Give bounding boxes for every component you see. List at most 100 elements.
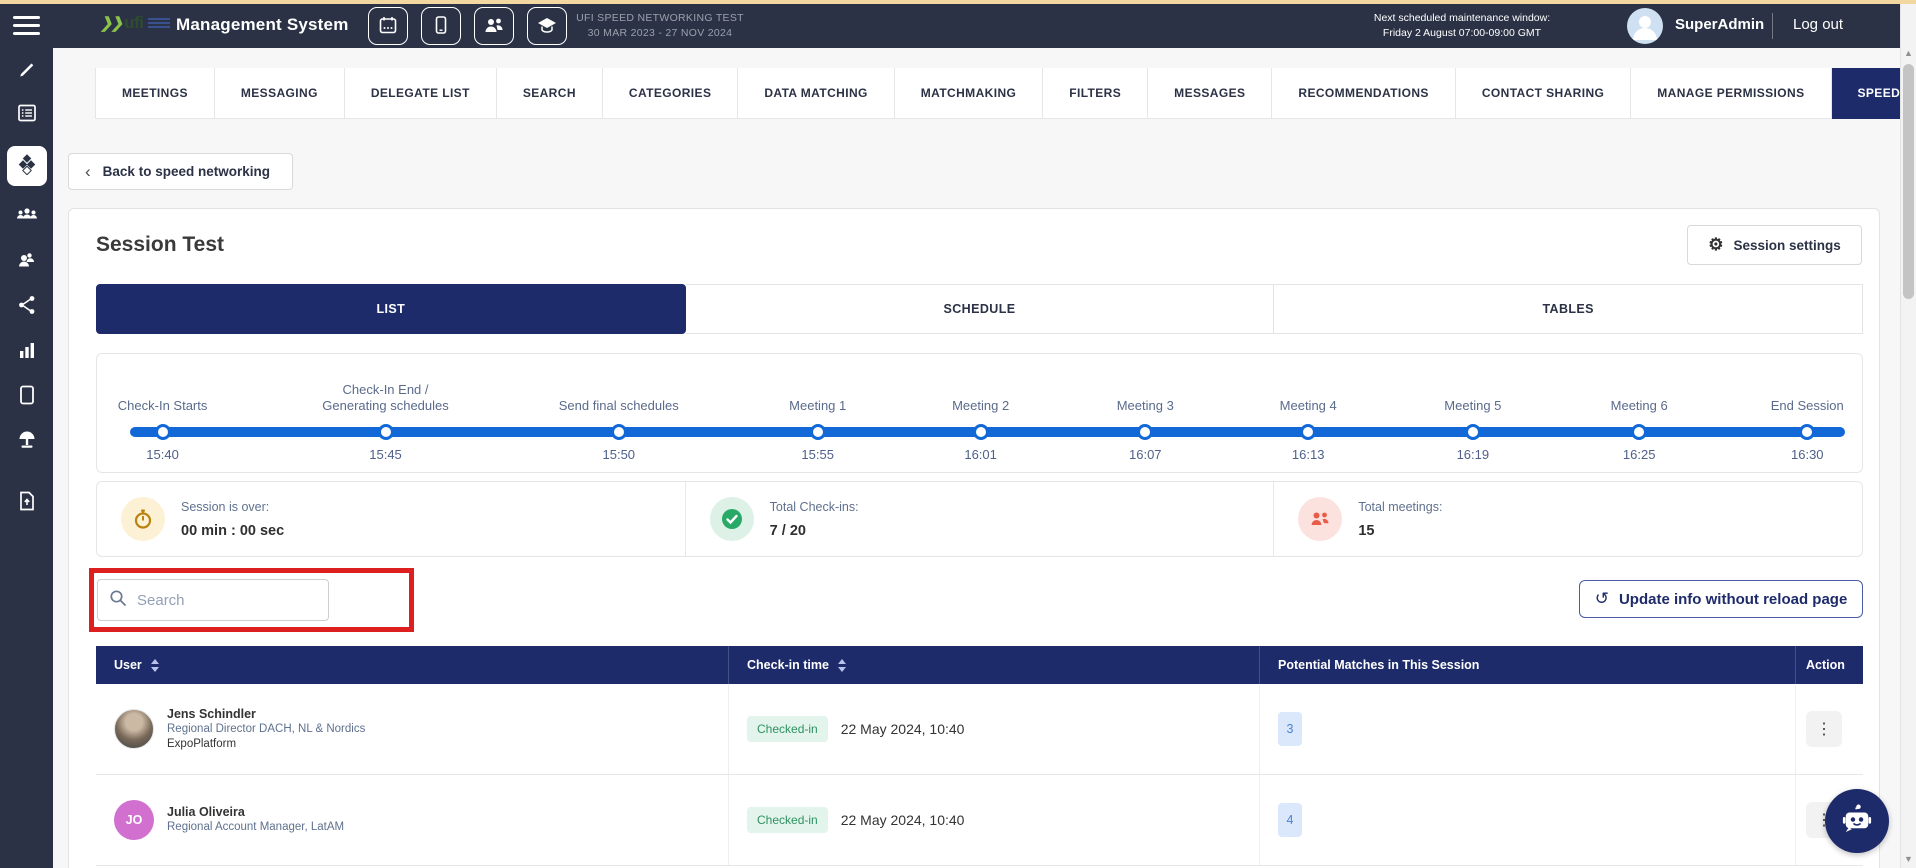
mobile-preview-button[interactable] xyxy=(421,7,461,45)
view-tabs: LIST SCHEDULE TABLES xyxy=(96,284,1863,334)
search-icon xyxy=(109,589,127,612)
tab-filters[interactable]: FILTERS xyxy=(1043,68,1148,119)
event-dates: 30 MAR 2023 - 27 NOV 2024 xyxy=(565,26,755,41)
milestone-node xyxy=(973,424,989,440)
sidebar-item-exhibition[interactable] xyxy=(7,428,47,456)
ufi-logo: ❯❯ ufi xyxy=(100,13,170,33)
checkin-time: 22 May 2024, 10:40 xyxy=(841,721,965,737)
education-button[interactable] xyxy=(527,7,567,45)
milestone-node xyxy=(1300,424,1316,440)
stat-total-meetings: Total meetings: 15 xyxy=(1273,482,1862,556)
avatar[interactable] xyxy=(1627,8,1663,44)
speed-networking-icon xyxy=(16,153,38,180)
stopwatch-icon xyxy=(121,497,165,541)
people-icon xyxy=(483,15,505,38)
milestone-node xyxy=(378,424,394,440)
tab-recommendations[interactable]: RECOMMENDATIONS xyxy=(1272,68,1455,119)
tab-matchmaking[interactable]: MATCHMAKING xyxy=(895,68,1044,119)
ufi-logo-bars xyxy=(148,18,170,28)
matches-count-badge[interactable]: 3 xyxy=(1278,712,1302,746)
user-name[interactable]: Jens Schindler xyxy=(167,707,365,722)
topbar-divider xyxy=(1772,13,1773,39)
tab-schedule[interactable]: SCHEDULE xyxy=(686,284,1275,334)
robot-icon xyxy=(1839,802,1875,841)
table-row: Jens Schindler Regional Director DACH, N… xyxy=(96,684,1863,775)
tab-search[interactable]: SEARCH xyxy=(497,68,603,119)
sidebar-item-speed-networking[interactable] xyxy=(7,146,47,186)
session-card: Session Test ⚙ Session settings LIST SCH… xyxy=(68,208,1880,868)
tab-categories[interactable]: CATEGORIES xyxy=(603,68,738,119)
event-info: UFI SPEED NETWORKING TEST 30 MAR 2023 - … xyxy=(565,11,755,41)
milestone-node xyxy=(611,424,627,440)
user-role: Regional Account Manager, LatAM xyxy=(167,820,344,835)
tab-messages[interactable]: MESSAGES xyxy=(1148,68,1272,119)
status-badge: Checked-in xyxy=(747,807,828,833)
sidebar-item-mobile-app[interactable] xyxy=(7,383,47,411)
scrollbar-thumb[interactable] xyxy=(1903,64,1914,299)
search-input[interactable] xyxy=(137,592,328,609)
update-info-button[interactable]: ↺ Update info without reload page xyxy=(1579,580,1863,618)
logout-button[interactable]: Log out xyxy=(1793,16,1843,33)
sidebar-item-share[interactable] xyxy=(7,293,47,321)
ufi-logo-text: ufi xyxy=(124,13,143,33)
graduation-cap-icon xyxy=(536,15,558,38)
tab-contact-sharing[interactable]: CONTACT SHARING xyxy=(1456,68,1631,119)
sidebar-item-registration[interactable] xyxy=(7,101,47,129)
tab-data-matching[interactable]: DATA MATCHING xyxy=(738,68,894,119)
tab-messaging[interactable]: MESSAGING xyxy=(215,68,345,119)
maintenance-notice: Next scheduled maintenance window: Frida… xyxy=(1327,11,1597,41)
attendees-table: User Check-in time Potential Matches in … xyxy=(96,646,1863,866)
exhibition-stand-icon xyxy=(16,429,38,456)
column-potential-matches: Potential Matches in This Session xyxy=(1259,646,1795,684)
tab-meetings[interactable]: MEETINGS xyxy=(95,68,215,119)
registration-list-icon xyxy=(16,102,38,129)
sidebar-item-edit[interactable] xyxy=(7,56,47,84)
chatbot-button[interactable] xyxy=(1825,789,1889,853)
tab-delegate-list[interactable]: DELEGATE LIST xyxy=(345,68,497,119)
checkin-time: 22 May 2024, 10:40 xyxy=(841,812,965,828)
avatar xyxy=(114,709,154,749)
vertical-scrollbar[interactable]: ▲ ▼ xyxy=(1900,4,1916,868)
stat-session-timer: Session is over: 00 min : 00 sec xyxy=(97,482,685,556)
matches-count-badge[interactable]: 4 xyxy=(1278,803,1302,837)
gear-icon: ⚙ xyxy=(1708,235,1723,255)
tab-tables[interactable]: TABLES xyxy=(1274,284,1863,334)
sidebar-item-users[interactable] xyxy=(7,248,47,276)
user-name[interactable]: Julia Oliveira xyxy=(167,805,344,820)
sort-checkin-icon[interactable] xyxy=(838,659,846,672)
row-actions-button[interactable]: ⋮ xyxy=(1806,711,1842,747)
column-user: User xyxy=(96,658,728,672)
back-button[interactable]: ‹ Back to speed networking xyxy=(68,153,293,190)
column-checkin-time: Check-in time xyxy=(728,646,1259,684)
stat-total-checkins: Total Check-ins: 7 / 20 xyxy=(685,482,1274,556)
session-settings-button[interactable]: ⚙ Session settings xyxy=(1687,225,1862,265)
sidebar-item-import[interactable] xyxy=(7,489,47,517)
sidebar-item-delegates-group[interactable] xyxy=(7,203,47,231)
sidebar xyxy=(0,4,53,868)
refresh-icon: ↺ xyxy=(1595,589,1609,609)
delegates-button[interactable] xyxy=(474,7,514,45)
scroll-down-icon[interactable]: ▼ xyxy=(1901,854,1916,864)
menu-toggle-icon[interactable] xyxy=(13,16,40,40)
pencil-icon xyxy=(16,57,38,84)
tablet-icon xyxy=(16,384,38,411)
module-tabs: MEETINGS MESSAGING DELEGATE LIST SEARCH … xyxy=(95,68,1916,119)
milestone-node xyxy=(1799,424,1815,440)
sort-user-icon[interactable] xyxy=(151,659,159,672)
calendar-button[interactable] xyxy=(368,7,408,45)
check-circle-icon xyxy=(710,497,754,541)
share-icon xyxy=(16,294,38,321)
tab-list[interactable]: LIST xyxy=(96,284,686,334)
delegates-group-icon xyxy=(15,204,39,231)
milestone-node xyxy=(1137,424,1153,440)
session-timeline: Check-In Starts15:40 Check-In End / Gene… xyxy=(96,353,1863,473)
app-title: Management System xyxy=(176,15,349,35)
scroll-up-icon[interactable]: ▲ xyxy=(1901,48,1916,58)
user-role: Regional Director DACH, NL & Nordics xyxy=(167,722,365,737)
avatar: JO xyxy=(114,800,154,840)
sidebar-item-analytics[interactable] xyxy=(7,338,47,366)
username: SuperAdmin xyxy=(1675,16,1764,33)
tab-manage-permissions[interactable]: MANAGE PERMISSIONS xyxy=(1631,68,1831,119)
page-title: Session Test xyxy=(96,233,224,257)
chevron-left-icon: ‹ xyxy=(85,162,91,182)
